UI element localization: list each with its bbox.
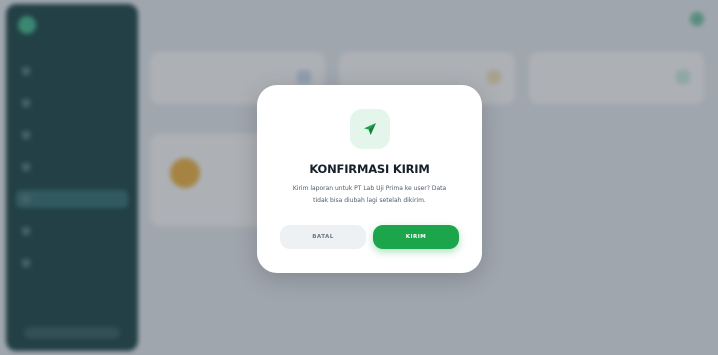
dialog-message: Kirim laporan untuk PT Lab Uji Prima ke …	[283, 183, 456, 207]
send-button[interactable]: KIRIM	[373, 225, 459, 249]
dialog-title: KONFIRMASI KIRIM	[309, 162, 430, 176]
dialog-message-line: Kirim laporan untuk PT Lab Uji Prima ke …	[292, 185, 447, 192]
confirm-dialog: KONFIRMASI KIRIM Kirim laporan untuk PT …	[257, 85, 482, 273]
send-icon	[350, 109, 390, 149]
cancel-button[interactable]: BATAL	[280, 225, 366, 249]
dialog-message-line: tidak bisa diubah lagi setelah dikirim.	[313, 197, 426, 204]
